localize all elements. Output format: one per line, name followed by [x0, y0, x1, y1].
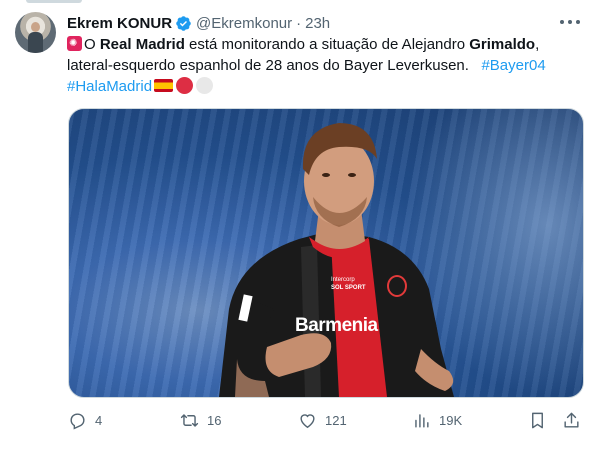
- player-figure: [219, 123, 454, 397]
- like-icon: [300, 413, 315, 428]
- text-segment: O: [84, 36, 100, 53]
- text-segment: lateral-esquerdo espanhol de 28 anos do …: [67, 57, 482, 74]
- avatar[interactable]: [15, 12, 56, 53]
- author-handle[interactable]: @Ekremkonur: [196, 15, 292, 32]
- tweet-header: Ekrem KONUR @Ekremkonur · 23h: [67, 12, 330, 34]
- views-button[interactable]: 19K: [412, 408, 462, 432]
- retweet-icon: [180, 413, 199, 427]
- text-bold-grimaldo: Grimaldo: [469, 36, 536, 53]
- timestamp[interactable]: 23h: [305, 15, 330, 32]
- text-segment: ,: [535, 36, 540, 53]
- reply-count: 4: [95, 412, 103, 428]
- tweet-actions: 4 16 121 19K: [68, 408, 582, 432]
- verified-badge-icon[interactable]: [175, 15, 192, 32]
- avatar-body: [28, 32, 43, 53]
- reply-button[interactable]: 4: [68, 408, 102, 432]
- tweet-line-2: lateral-esquerdo espanhol de 28 anos do …: [67, 55, 587, 76]
- jersey-patch-text: SOL SPORT: [331, 285, 366, 291]
- more-icon[interactable]: [560, 14, 580, 30]
- jersey-sponsor-text: Barmenia: [295, 315, 378, 336]
- tweet-photo[interactable]: Barmenia Intercorp SOL SPORT: [68, 108, 584, 398]
- author-name[interactable]: Ekrem KONUR: [67, 15, 172, 32]
- club-crest-icon: [387, 275, 407, 297]
- share-button[interactable]: [562, 408, 581, 432]
- red-circle-icon: [176, 77, 194, 94]
- share-icon: [564, 412, 579, 428]
- separator-dot: ·: [296, 14, 302, 32]
- alarm-emoji-icon: [67, 36, 82, 51]
- spain-flag-icon: [154, 79, 174, 92]
- bookmark-button[interactable]: [528, 408, 547, 432]
- view-count: 19K: [439, 412, 463, 428]
- avatar-head: [31, 22, 40, 32]
- text-segment: está monitorando a situação de Alejandro: [184, 36, 470, 53]
- bookmark-icon: [532, 412, 543, 428]
- retweet-count: 16: [207, 412, 222, 428]
- hashtag-halamadrid[interactable]: #HalaMadrid: [67, 78, 152, 95]
- text-bold-real-madrid: Real Madrid: [99, 36, 185, 53]
- tweet-text: O Real Madrid está monitorando a situaçã…: [67, 34, 587, 97]
- top-divider-accent: [26, 0, 82, 3]
- retweet-button[interactable]: 16: [180, 408, 221, 432]
- hashtag-bayer04[interactable]: #Bayer04: [481, 57, 545, 74]
- tweet-line-1: O Real Madrid está monitorando a situaçã…: [67, 34, 587, 55]
- like-count: 121: [325, 412, 347, 428]
- white-circle-icon: [196, 77, 214, 94]
- views-icon: [415, 413, 429, 428]
- jersey-patch-small-text: Intercorp: [331, 277, 355, 283]
- tweet-line-3: #HalaMadrid: [67, 76, 587, 97]
- reply-icon: [70, 412, 85, 430]
- like-button[interactable]: 121: [298, 408, 347, 432]
